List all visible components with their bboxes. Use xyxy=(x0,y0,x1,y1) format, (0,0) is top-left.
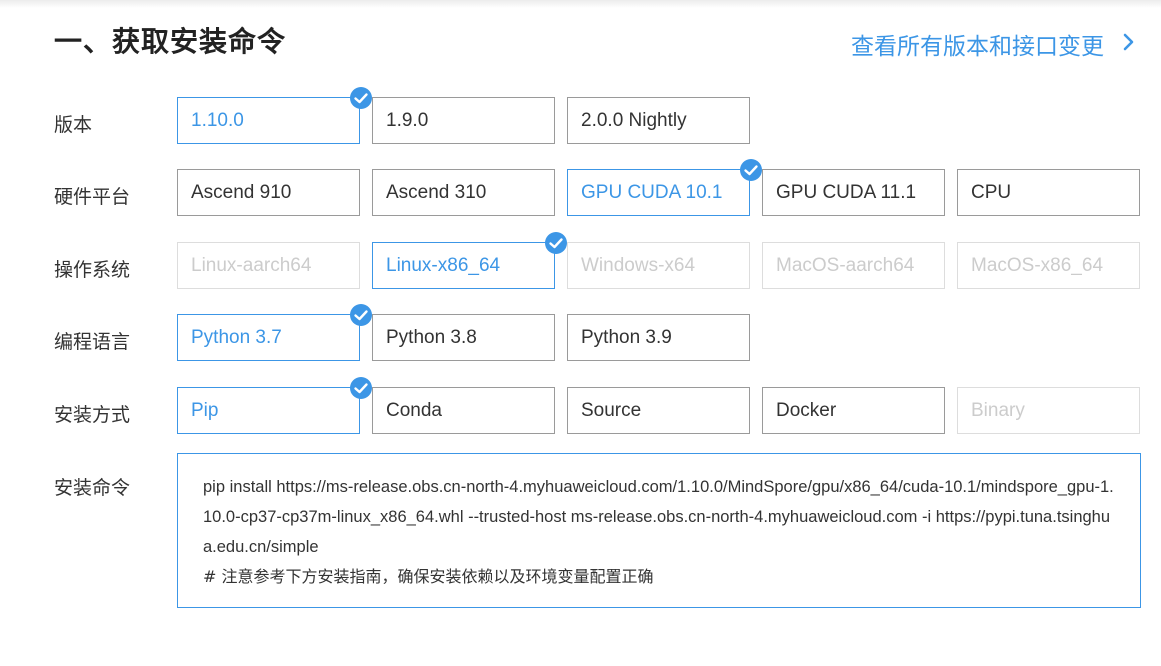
hardware-option-cpu[interactable]: CPU xyxy=(957,169,1140,216)
check-circle-icon xyxy=(350,377,372,399)
language-label: 编程语言 xyxy=(54,331,131,353)
hardware-label: 硬件平台 xyxy=(54,186,131,208)
check-circle-icon xyxy=(350,304,372,326)
check-circle-icon xyxy=(350,87,372,109)
check-circle-icon xyxy=(740,159,762,181)
os-option-windows-x64: Windows-x64 xyxy=(567,242,750,289)
install-command-note: # 注意参考下方安装指南，确保安装依赖以及环境变量配置正确 xyxy=(203,567,654,586)
method-option-docker[interactable]: Docker xyxy=(762,387,945,434)
hardware-option-ascend-910[interactable]: Ascend 910 xyxy=(177,169,360,216)
install-command-box[interactable]: pip install https://ms-release.obs.cn-no… xyxy=(177,453,1141,608)
top-divider xyxy=(0,0,1161,8)
version-label: 版本 xyxy=(54,114,93,136)
method-option-binary: Binary xyxy=(957,387,1140,434)
check-circle-icon xyxy=(545,232,567,254)
version-changes-link[interactable]: 查看所有版本和接口变更 xyxy=(851,27,1104,61)
command-label: 安装命令 xyxy=(54,477,131,499)
install-section: 一、获取安装命令 查看所有版本和接口变更 版本 1.10.0 1.9.0 2.0… xyxy=(0,0,1161,666)
os-option-linux-x86-64[interactable]: Linux-x86_64 xyxy=(372,232,567,289)
os-option-linux-aarch64: Linux-aarch64 xyxy=(177,242,360,289)
version-option-2-0-0-nightly[interactable]: 2.0.0 Nightly xyxy=(567,97,750,144)
os-label: 操作系统 xyxy=(54,259,131,281)
language-option-python-3-7[interactable]: Python 3.7 xyxy=(177,304,372,361)
os-option-macos-x86-64: MacOS-x86_64 xyxy=(957,242,1140,289)
hardware-option-ascend-310[interactable]: Ascend 310 xyxy=(372,169,555,216)
hardware-option-gpu-cuda-10-1[interactable]: GPU CUDA 10.1 xyxy=(567,159,762,216)
method-option-pip[interactable]: Pip xyxy=(177,377,372,434)
method-option-conda[interactable]: Conda xyxy=(372,387,555,434)
version-option-1-9-0[interactable]: 1.9.0 xyxy=(372,97,555,144)
chevron-right-icon[interactable] xyxy=(1121,33,1137,51)
language-option-python-3-9[interactable]: Python 3.9 xyxy=(567,314,750,361)
language-option-python-3-8[interactable]: Python 3.8 xyxy=(372,314,555,361)
version-option-1-10-0[interactable]: 1.10.0 xyxy=(177,87,372,144)
method-label: 安装方式 xyxy=(54,404,131,426)
method-option-source[interactable]: Source xyxy=(567,387,750,434)
install-command-text[interactable]: pip install https://ms-release.obs.cn-no… xyxy=(203,472,1118,562)
hardware-option-gpu-cuda-11-1[interactable]: GPU CUDA 11.1 xyxy=(762,169,945,216)
os-option-macos-aarch64: MacOS-aarch64 xyxy=(762,242,945,289)
page-title: 一、获取安装命令 xyxy=(54,25,287,58)
